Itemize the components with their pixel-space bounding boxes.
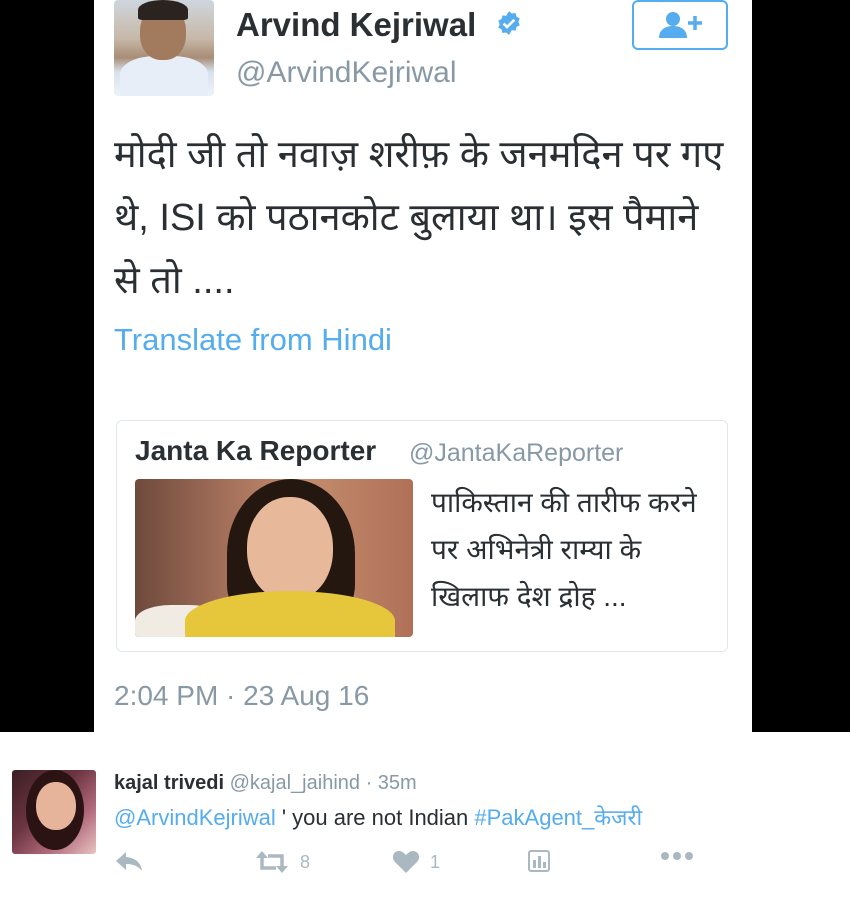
tweet-timestamp[interactable]: 2:04 PM · 23 Aug 16 bbox=[114, 680, 369, 712]
analytics-button[interactable] bbox=[528, 850, 550, 872]
retweet-button[interactable]: 8 bbox=[254, 850, 310, 874]
reply-hashtag-link[interactable]: #PakAgent_केजरी bbox=[474, 805, 642, 830]
reply-mention-link[interactable]: @ArvindKejriwal bbox=[114, 805, 276, 830]
tweet-text: मोदी जी तो नवाज़ शरीफ़ के जनमदिन पर गए थ… bbox=[114, 134, 724, 302]
reply-icon bbox=[116, 852, 142, 871]
quoted-author-name: Janta Ka Reporter bbox=[135, 435, 377, 466]
tweet-card: Arvind Kejriwal @ArvindKejriwal मोदी जी … bbox=[94, 0, 752, 732]
author-name[interactable]: Arvind Kejriwal bbox=[236, 6, 476, 44]
reply-header: kajal trivedi @kajal_jaihind · 35m bbox=[114, 772, 417, 795]
like-button[interactable]: 1 bbox=[392, 850, 440, 874]
like-count: 1 bbox=[430, 851, 441, 872]
reply-text: @ArvindKejriwal ' you are not Indian #Pa… bbox=[114, 802, 642, 832]
quoted-tweet-card[interactable]: Janta Ka Reporter @JantaKaReporter पाकिस… bbox=[116, 420, 728, 652]
reply-author-handle[interactable]: @kajal_jaihind bbox=[230, 772, 360, 794]
translate-link[interactable]: Translate from Hindi bbox=[114, 322, 392, 358]
verified-badge-icon bbox=[498, 11, 520, 35]
reply-time[interactable]: 35m bbox=[378, 772, 417, 794]
more-icon bbox=[661, 852, 693, 860]
reply-tweet: kajal trivedi @kajal_jaihind · 35m @Arvi… bbox=[0, 732, 850, 906]
quoted-tweet-text: पाकिस्तान की तारीफ करने पर अभिनेत्री राम… bbox=[431, 487, 697, 612]
author-avatar[interactable] bbox=[114, 0, 214, 96]
reply-author-name[interactable]: kajal trivedi bbox=[114, 772, 224, 794]
reply-avatar[interactable] bbox=[12, 770, 96, 854]
reply-body: ' you are not Indian bbox=[275, 805, 475, 830]
reply-button[interactable] bbox=[114, 850, 144, 872]
more-button[interactable] bbox=[660, 850, 694, 862]
retweet-icon bbox=[256, 851, 288, 873]
like-heart-icon bbox=[392, 851, 420, 873]
quoted-author-handle: @JantaKaReporter bbox=[409, 439, 624, 467]
analytics-icon bbox=[528, 850, 550, 872]
retweet-count: 8 bbox=[300, 851, 311, 872]
reply-separator: · bbox=[360, 772, 378, 794]
quoted-tweet-image[interactable] bbox=[135, 479, 413, 637]
follow-user-icon bbox=[659, 12, 702, 38]
author-handle[interactable]: @ArvindKejriwal bbox=[236, 56, 457, 90]
follow-button[interactable] bbox=[632, 0, 728, 50]
